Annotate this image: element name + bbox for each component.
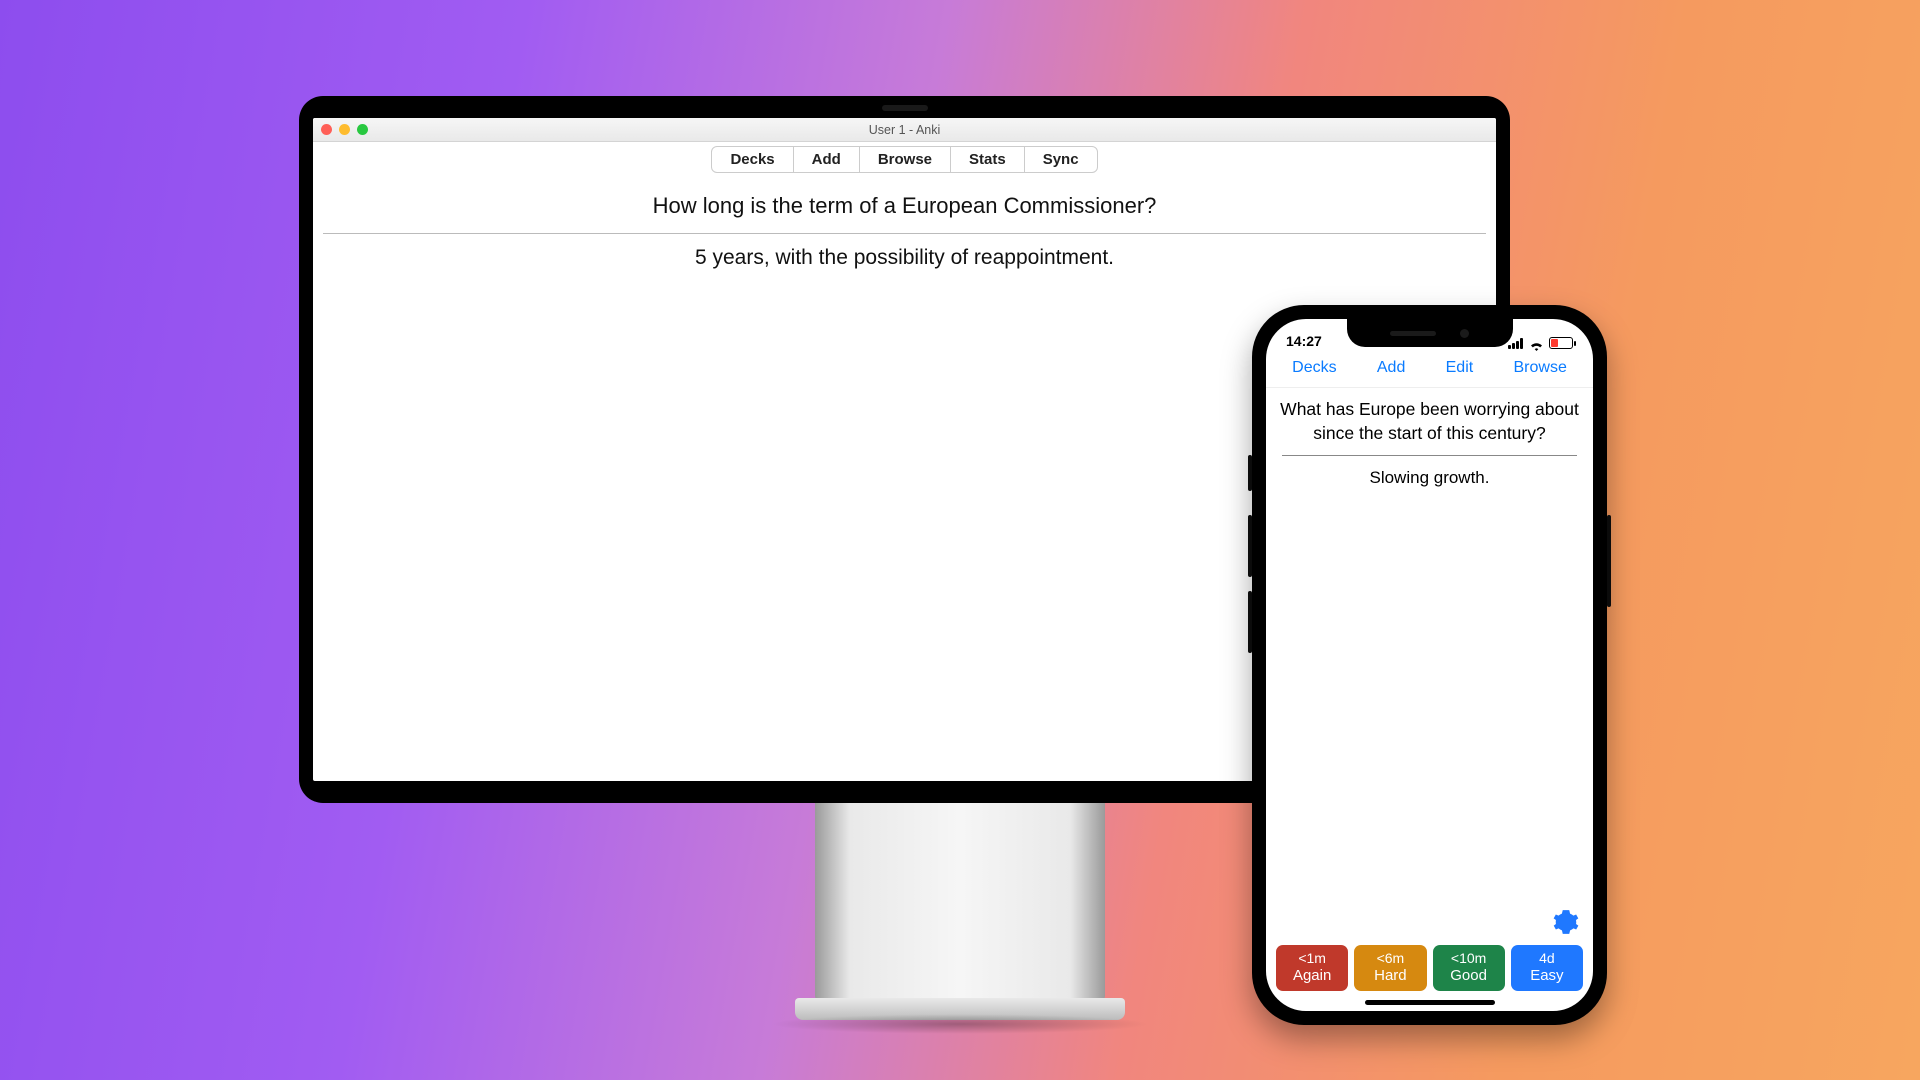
answer-good-label: Good bbox=[1433, 967, 1505, 985]
phone-toolbar-edit[interactable]: Edit bbox=[1446, 359, 1474, 377]
answer-again-time: <1m bbox=[1276, 950, 1348, 967]
answer-buttons: <1m Again <6m Hard <10m Good 4d Easy bbox=[1276, 945, 1583, 991]
toolbar-add-button[interactable]: Add bbox=[793, 146, 860, 173]
phone-volume-up bbox=[1248, 515, 1252, 577]
phone-mute-switch bbox=[1248, 455, 1252, 491]
answer-good-button[interactable]: <10m Good bbox=[1433, 945, 1505, 991]
phone-card-area: What has Europe been worrying about sinc… bbox=[1266, 388, 1593, 488]
phone-card-question: What has Europe been worrying about sinc… bbox=[1280, 398, 1579, 455]
answer-again-button[interactable]: <1m Again bbox=[1276, 945, 1348, 991]
window-titlebar: User 1 - Anki bbox=[313, 118, 1496, 142]
monitor-stand-shadow bbox=[770, 1014, 1150, 1034]
toolbar-decks-button[interactable]: Decks bbox=[711, 146, 793, 173]
monitor-camera bbox=[882, 105, 928, 111]
answer-easy-label: Easy bbox=[1511, 967, 1583, 985]
toolbar-browse-button[interactable]: Browse bbox=[859, 146, 951, 173]
phone-front-camera bbox=[1460, 329, 1469, 338]
answer-easy-button[interactable]: 4d Easy bbox=[1511, 945, 1583, 991]
anki-mobile-screen: 14:27 Decks Add Edit Browse bbox=[1266, 319, 1593, 1011]
phone-card-divider bbox=[1282, 455, 1577, 456]
desktop-toolbar: Decks Add Browse Stats Sync bbox=[313, 142, 1496, 179]
phone-power-button bbox=[1607, 515, 1611, 607]
toolbar-sync-button[interactable]: Sync bbox=[1024, 146, 1098, 173]
promo-stage: User 1 - Anki Decks Add Browse Stats Syn… bbox=[0, 0, 1920, 1080]
phone-card-answer: Slowing growth. bbox=[1280, 468, 1579, 488]
cellular-signal-icon bbox=[1508, 338, 1524, 349]
answer-hard-label: Hard bbox=[1354, 967, 1426, 985]
battery-icon bbox=[1549, 337, 1573, 349]
phone-device: 14:27 Decks Add Edit Browse bbox=[1252, 305, 1607, 1025]
answer-again-label: Again bbox=[1276, 967, 1348, 985]
phone-toolbar-decks[interactable]: Decks bbox=[1292, 359, 1336, 377]
answer-hard-time: <6m bbox=[1354, 950, 1426, 967]
phone-speaker bbox=[1390, 331, 1436, 336]
toolbar-stats-button[interactable]: Stats bbox=[950, 146, 1025, 173]
status-time: 14:27 bbox=[1286, 333, 1322, 349]
monitor-stand-neck bbox=[815, 790, 1105, 1000]
home-indicator[interactable] bbox=[1365, 1000, 1495, 1005]
answer-good-time: <10m bbox=[1433, 950, 1505, 967]
phone-toolbar-add[interactable]: Add bbox=[1377, 359, 1405, 377]
card-divider bbox=[323, 233, 1486, 234]
desktop-card-answer: 5 years, with the possibility of reappoi… bbox=[323, 246, 1486, 270]
gear-icon[interactable] bbox=[1553, 909, 1579, 935]
wifi-icon bbox=[1529, 338, 1544, 349]
phone-notch bbox=[1347, 319, 1513, 347]
phone-toolbar: Decks Add Edit Browse bbox=[1266, 351, 1593, 388]
phone-body: 14:27 Decks Add Edit Browse bbox=[1252, 305, 1607, 1025]
window-title: User 1 - Anki bbox=[313, 123, 1496, 137]
answer-easy-time: 4d bbox=[1511, 950, 1583, 967]
phone-toolbar-browse[interactable]: Browse bbox=[1513, 359, 1566, 377]
answer-hard-button[interactable]: <6m Hard bbox=[1354, 945, 1426, 991]
desktop-card-question: How long is the term of a European Commi… bbox=[323, 185, 1486, 233]
phone-volume-down bbox=[1248, 591, 1252, 653]
